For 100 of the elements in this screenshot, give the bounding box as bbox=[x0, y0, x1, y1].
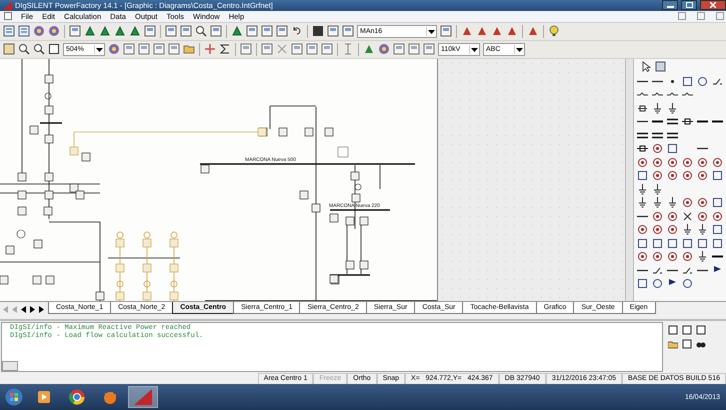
lightbulb-icon[interactable] bbox=[548, 25, 560, 38]
generator-icon[interactable] bbox=[697, 197, 708, 208]
horizontal-scrollbar[interactable] bbox=[2, 361, 18, 372]
window-icon[interactable] bbox=[261, 43, 273, 56]
tool-icon[interactable] bbox=[506, 25, 518, 38]
plus-icon[interactable] bbox=[204, 43, 216, 56]
search-icon[interactable] bbox=[33, 43, 45, 56]
generator-icon[interactable] bbox=[682, 197, 693, 208]
tool-icon[interactable] bbox=[231, 25, 243, 38]
undo-icon[interactable] bbox=[291, 25, 303, 38]
generator-icon[interactable] bbox=[667, 251, 678, 262]
square-icon[interactable] bbox=[652, 238, 663, 249]
generator-icon[interactable] bbox=[652, 224, 663, 236]
tool-icon[interactable] bbox=[527, 25, 539, 38]
window-icon[interactable] bbox=[321, 43, 333, 56]
cross-icon[interactable] bbox=[682, 210, 693, 222]
generator-icon[interactable] bbox=[652, 156, 663, 168]
generator-icon[interactable] bbox=[637, 224, 648, 236]
square-icon[interactable] bbox=[667, 143, 678, 154]
ground-icon[interactable] bbox=[697, 251, 708, 262]
tool-icon[interactable] bbox=[99, 25, 111, 38]
tool-icon[interactable] bbox=[476, 25, 488, 38]
generator-icon[interactable] bbox=[637, 156, 648, 168]
window-icon[interactable] bbox=[655, 60, 666, 72]
ground-icon[interactable] bbox=[637, 184, 648, 195]
vertical-scrollbar[interactable] bbox=[625, 58, 633, 301]
window-icon[interactable] bbox=[144, 25, 156, 38]
window-icon[interactable] bbox=[138, 43, 150, 56]
window-icon[interactable] bbox=[423, 43, 435, 56]
ground-icon[interactable] bbox=[667, 197, 678, 208]
window-icon[interactable] bbox=[440, 25, 452, 38]
window-icon[interactable] bbox=[246, 25, 258, 38]
tool-icon[interactable] bbox=[363, 43, 375, 56]
generator-icon[interactable] bbox=[667, 156, 678, 168]
generator-icon[interactable] bbox=[637, 251, 648, 262]
generator-icon[interactable] bbox=[667, 224, 678, 236]
gear-icon[interactable] bbox=[33, 25, 45, 38]
window-icon[interactable] bbox=[291, 43, 303, 56]
generator-icon[interactable] bbox=[667, 170, 678, 182]
generator-icon[interactable] bbox=[652, 210, 663, 222]
ground-icon[interactable] bbox=[652, 102, 663, 114]
generator-icon[interactable] bbox=[712, 156, 723, 168]
window-icon[interactable] bbox=[306, 43, 318, 56]
square-icon[interactable] bbox=[682, 76, 693, 87]
generator-icon[interactable] bbox=[697, 156, 708, 168]
window-icon[interactable] bbox=[165, 25, 177, 38]
gear-icon[interactable] bbox=[48, 25, 60, 38]
circle-icon[interactable] bbox=[652, 278, 663, 290]
window-icon[interactable] bbox=[342, 25, 354, 38]
square-icon[interactable] bbox=[637, 238, 648, 249]
square-icon[interactable] bbox=[712, 238, 723, 249]
window-icon[interactable] bbox=[240, 43, 252, 56]
tool-icon[interactable] bbox=[129, 25, 141, 38]
generator-icon[interactable] bbox=[682, 156, 693, 168]
window-icon[interactable] bbox=[408, 43, 420, 56]
square-icon[interactable] bbox=[312, 25, 324, 38]
window-icon[interactable] bbox=[123, 43, 135, 56]
breaker-icon[interactable] bbox=[637, 143, 648, 154]
search-icon[interactable] bbox=[195, 25, 207, 38]
minimize-button[interactable] bbox=[662, 0, 678, 10]
generator-icon[interactable] bbox=[667, 210, 678, 222]
window-icon[interactable] bbox=[168, 43, 180, 56]
window-icon[interactable] bbox=[3, 43, 15, 56]
text-cursor-icon[interactable] bbox=[342, 43, 354, 56]
ground-icon[interactable] bbox=[682, 224, 693, 236]
window-icon[interactable] bbox=[210, 25, 222, 38]
square-icon[interactable] bbox=[637, 278, 648, 290]
generator-icon[interactable] bbox=[712, 210, 723, 222]
square-icon[interactable] bbox=[712, 224, 723, 236]
window-icon[interactable] bbox=[261, 25, 273, 38]
tool-icon[interactable] bbox=[114, 25, 126, 38]
circle-icon[interactable] bbox=[682, 278, 693, 290]
tool-icon[interactable] bbox=[491, 25, 503, 38]
generator-icon[interactable] bbox=[652, 170, 663, 182]
square-icon[interactable] bbox=[48, 43, 60, 56]
gear-icon[interactable] bbox=[378, 43, 390, 56]
square-icon[interactable] bbox=[712, 197, 723, 208]
gear-icon[interactable] bbox=[108, 43, 120, 56]
taskbar-app-button[interactable] bbox=[128, 386, 158, 408]
ground-icon[interactable] bbox=[667, 102, 678, 114]
folder-icon[interactable] bbox=[668, 338, 678, 349]
tool-icon[interactable] bbox=[461, 25, 473, 38]
window-icon[interactable] bbox=[276, 25, 288, 38]
sigma-icon[interactable] bbox=[219, 43, 231, 56]
generator-icon[interactable] bbox=[682, 251, 693, 262]
generator-icon[interactable] bbox=[652, 143, 663, 154]
maximize-button[interactable] bbox=[681, 0, 697, 10]
square-icon[interactable] bbox=[712, 170, 723, 182]
square-icon[interactable] bbox=[637, 170, 648, 182]
window-icon[interactable] bbox=[393, 43, 405, 56]
window-icon[interactable] bbox=[153, 43, 165, 56]
ground-icon[interactable] bbox=[652, 184, 663, 195]
folder-icon[interactable] bbox=[183, 43, 195, 56]
window-icon[interactable] bbox=[69, 25, 81, 38]
tool-icon[interactable] bbox=[84, 25, 96, 38]
breaker-icon[interactable] bbox=[682, 116, 693, 128]
square-icon[interactable] bbox=[682, 238, 693, 249]
generator-icon[interactable] bbox=[697, 210, 708, 222]
square-icon[interactable] bbox=[667, 238, 678, 249]
fuse-icon[interactable] bbox=[637, 102, 648, 114]
